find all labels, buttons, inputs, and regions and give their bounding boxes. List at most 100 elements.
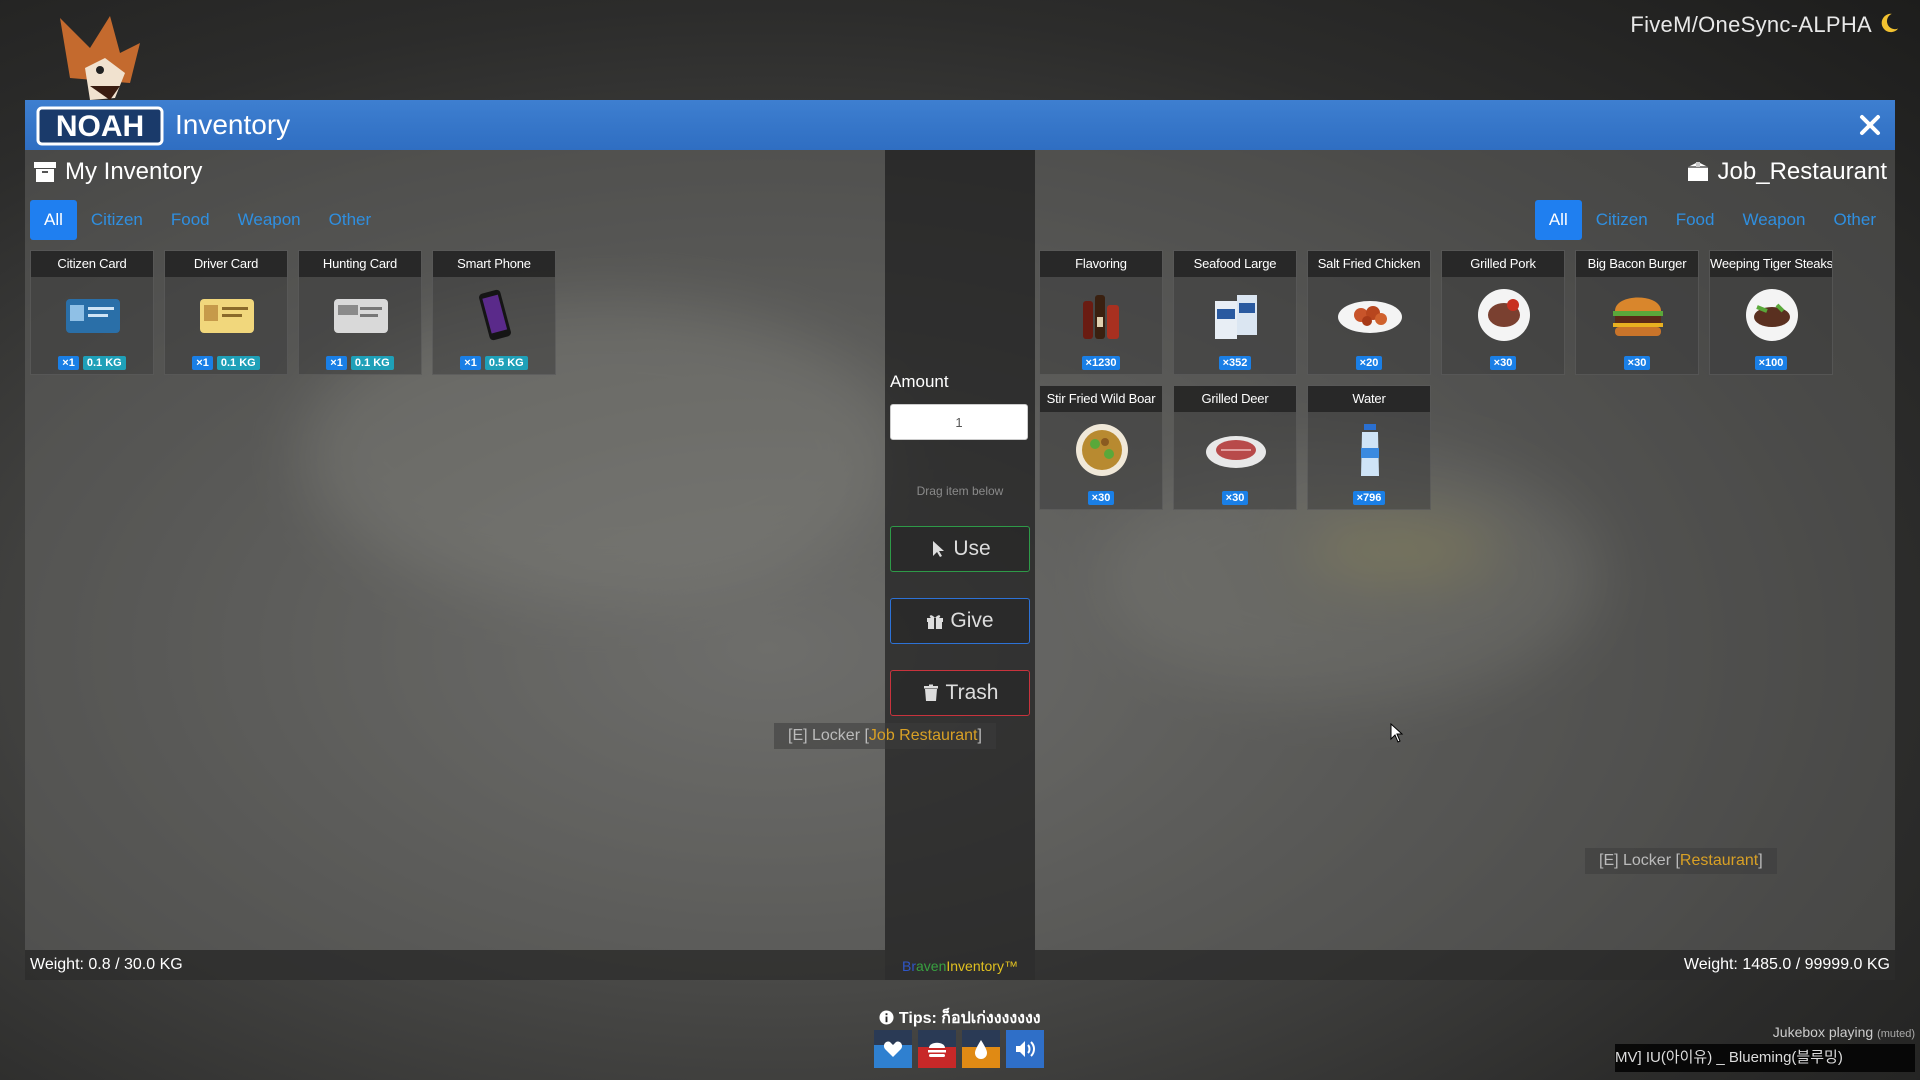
close-icon <box>1860 115 1880 135</box>
left-tab-food[interactable]: Food <box>157 200 224 240</box>
window-title: Inventory <box>175 109 291 140</box>
jukebox-status: Jukebox playing (muted) <box>1773 1024 1915 1040</box>
noah-logo: NOAH <box>36 16 164 146</box>
item-count: ×1 <box>58 356 79 370</box>
action-column: Amount Drag item below Use Give Trash Br… <box>885 150 1035 980</box>
water-bottle-icon <box>1361 424 1379 476</box>
left-tab-weapon[interactable]: Weapon <box>224 200 315 240</box>
my-inventory-heading: My Inventory <box>33 158 202 186</box>
inventory-slot[interactable]: Big Bacon Burger ×30 <box>1575 250 1699 375</box>
stir-fried-wild-boar-icon <box>1076 424 1128 476</box>
brand-part: aven <box>916 958 947 974</box>
item-name: Hunting Card <box>299 251 421 277</box>
hunger-status <box>918 1030 956 1068</box>
my-inventory-panel: My Inventory All Citizen Food Weapon Oth… <box>25 150 885 980</box>
inventory-slot[interactable]: Grilled Deer ×30 <box>1173 385 1297 510</box>
inventory-slot[interactable]: Hunting Card ×1 0.1 KG <box>298 250 422 375</box>
give-button[interactable]: Give <box>890 598 1030 644</box>
info-icon <box>879 1010 894 1025</box>
inventory-slot[interactable]: Citizen Card ×1 0.1 KG <box>30 250 154 375</box>
item-count: ×30 <box>1087 491 1115 505</box>
left-tab-other[interactable]: Other <box>315 200 386 240</box>
tips-text: Tips: ก็อปเก่งงงงงงง <box>898 1010 1041 1027</box>
brand-part: Br <box>902 958 917 974</box>
brand-part: Inventory™ <box>946 958 1018 974</box>
hunting-card-icon <box>334 299 388 333</box>
my-inventory-weight: Weight: 0.8 / 30.0 KG <box>25 950 885 980</box>
drag-hint: Drag item below <box>916 484 1004 498</box>
logo-text: NOAH <box>56 110 144 143</box>
item-name: Grilled Deer <box>1174 386 1296 412</box>
item-count: ×796 <box>1352 491 1386 505</box>
jukebox-muted: (muted) <box>1877 1028 1915 1040</box>
right-tab-food[interactable]: Food <box>1662 200 1729 240</box>
water-drop-icon <box>975 1040 987 1059</box>
close-button[interactable] <box>1845 100 1895 150</box>
item-name: Stir Fried Wild Boar <box>1040 386 1162 412</box>
job-restaurant-grid: Flavoring ×1230 Seafood Large ×352 Salt … <box>1039 250 1890 510</box>
status-hud <box>874 1030 1044 1068</box>
item-weight: 0.1 KG <box>82 356 126 370</box>
flavoring-icon <box>1083 295 1119 339</box>
burger-icon <box>928 1042 946 1057</box>
server-name: FiveM/OneSync-ALPHA <box>1630 12 1872 37</box>
item-name: Driver Card <box>165 251 287 277</box>
moon-icon <box>1881 13 1899 33</box>
archive-icon <box>34 162 56 182</box>
trash-icon <box>923 684 938 701</box>
item-name: Smart Phone <box>433 251 555 277</box>
left-category-tabs: All Citizen Food Weapon Other <box>30 200 385 240</box>
amount-input[interactable] <box>890 404 1028 440</box>
label-suffix: ] <box>977 727 982 744</box>
amount-label: Amount <box>890 372 949 391</box>
gift-icon <box>927 615 944 629</box>
pointer-icon <box>933 541 945 557</box>
item-count: ×1 <box>326 356 347 370</box>
trash-label: Trash <box>945 681 999 704</box>
citizen-card-icon <box>66 299 120 333</box>
trash-button[interactable]: Trash <box>890 670 1030 716</box>
inventory-slot[interactable]: Flavoring ×1230 <box>1039 250 1163 375</box>
inventory-slot[interactable]: Salt Fried Chicken ×20 <box>1307 250 1431 375</box>
grilled-pork-icon <box>1478 289 1530 341</box>
inventory-slot[interactable]: Water ×796 <box>1307 385 1431 510</box>
right-tab-all[interactable]: All <box>1534 200 1582 240</box>
my-inventory-grid: Citizen Card ×1 0.1 KG Driver Card ×1 0.1 … <box>30 250 880 375</box>
label-highlight: Restaurant <box>1679 852 1759 869</box>
smart-phone-icon <box>479 289 511 341</box>
inventory-slot[interactable]: Seafood Large ×352 <box>1173 250 1297 375</box>
item-name: Weeping Tiger Steaks <box>1710 251 1832 277</box>
weeping-tiger-steaks-icon <box>1746 289 1798 341</box>
item-count: ×100 <box>1754 356 1788 370</box>
label-suffix: ] <box>1758 852 1763 869</box>
item-count: ×1 <box>192 356 213 370</box>
item-name: Citizen Card <box>31 251 153 277</box>
inventory-slot[interactable]: Stir Fried Wild Boar ×30 <box>1039 385 1163 510</box>
right-tab-weapon[interactable]: Weapon <box>1728 200 1819 240</box>
left-tab-all[interactable]: All <box>30 200 77 240</box>
use-label: Use <box>953 537 991 560</box>
item-count: ×30 <box>1489 356 1517 370</box>
label-highlight: Job Restaurant <box>868 727 978 744</box>
item-weight: 0.1 KG <box>350 356 394 370</box>
give-label: Give <box>950 609 994 632</box>
world-locker-label: [E] Locker [Job Restaurant] <box>774 723 996 749</box>
item-count: ×30 <box>1623 356 1651 370</box>
item-name: Grilled Pork <box>1442 251 1564 277</box>
jukebox-status-text: Jukebox playing <box>1772 1024 1874 1040</box>
box-icon <box>1687 162 1708 181</box>
inventory-slot[interactable]: Grilled Pork ×30 <box>1441 250 1565 375</box>
thirst-status <box>962 1030 1000 1068</box>
right-tab-citizen[interactable]: Citizen <box>1582 200 1662 240</box>
voice-status <box>1006 1030 1044 1068</box>
use-button[interactable]: Use <box>890 526 1030 572</box>
inventory-slot[interactable]: Smart Phone ×1 0.5 KG <box>432 250 556 375</box>
item-name: Big Bacon Burger <box>1576 251 1698 277</box>
driver-card-icon <box>200 299 254 333</box>
inventory-slot[interactable]: Driver Card ×1 0.1 KG <box>164 250 288 375</box>
right-tab-other[interactable]: Other <box>1819 200 1890 240</box>
health-status <box>874 1030 912 1068</box>
item-name: Flavoring <box>1040 251 1162 277</box>
inventory-slot[interactable]: Weeping Tiger Steaks ×100 <box>1709 250 1833 375</box>
left-tab-citizen[interactable]: Citizen <box>77 200 157 240</box>
